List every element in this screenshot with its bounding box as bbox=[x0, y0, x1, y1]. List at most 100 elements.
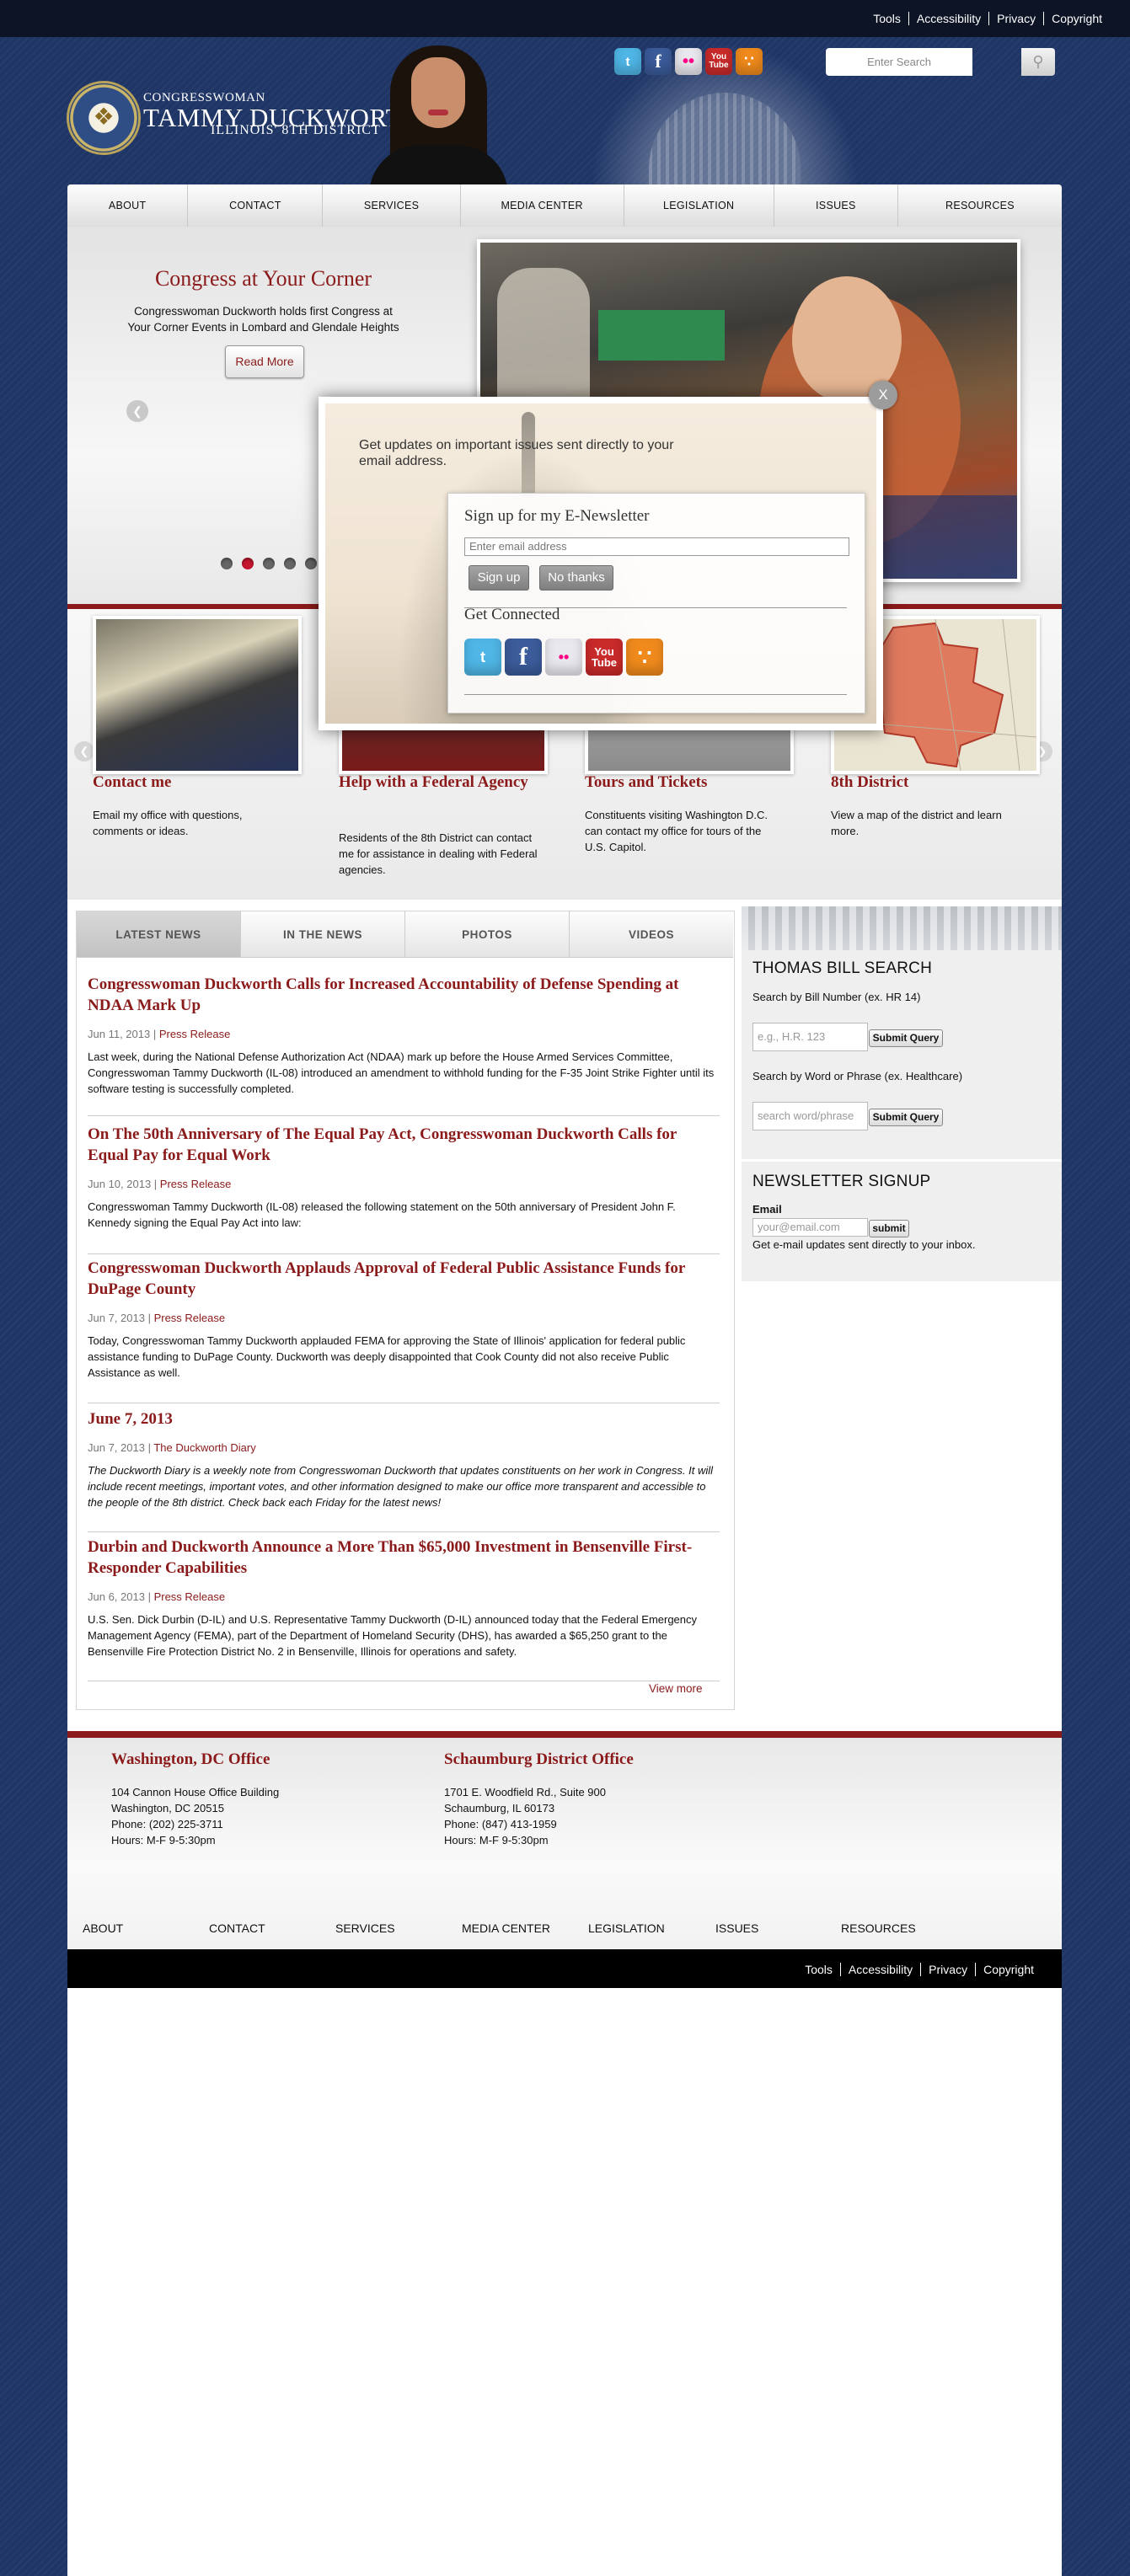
nav-item-contact[interactable]: CONTACT bbox=[188, 184, 324, 227]
utility-link-accessibility[interactable]: Accessibility bbox=[908, 12, 988, 25]
article-title[interactable]: On The 50th Anniversary of The Equal Pay… bbox=[88, 1124, 720, 1166]
search-icon[interactable]: ⚲ bbox=[1021, 48, 1055, 76]
article-body: Last week, during the National Defense A… bbox=[88, 1050, 715, 1095]
utility-link-privacy[interactable]: Privacy bbox=[988, 12, 1043, 25]
newsletter-title: NEWSLETTER SIGNUP bbox=[752, 1173, 931, 1190]
slider-dot-active[interactable] bbox=[242, 558, 254, 569]
nav-item-issues[interactable]: ISSUES bbox=[774, 184, 898, 227]
article-title[interactable]: Durbin and Duckworth Announce a More Tha… bbox=[88, 1537, 720, 1579]
slider-dot[interactable] bbox=[263, 558, 275, 569]
tab-videos[interactable]: VIDEOS bbox=[570, 911, 733, 958]
view-more-link[interactable]: View more bbox=[649, 1682, 703, 1695]
rss-icon[interactable]: ∵ bbox=[626, 639, 663, 676]
article-category-link[interactable]: The Duckworth Diary bbox=[153, 1441, 255, 1454]
feature-text-tours: Constituents visiting Washington D.C. ca… bbox=[585, 809, 769, 853]
feature-title-tours[interactable]: Tours and Tickets bbox=[585, 772, 795, 794]
no-thanks-button[interactable]: No thanks bbox=[539, 565, 613, 591]
footer-nav-services[interactable]: SERVICES bbox=[335, 1921, 395, 1935]
bottom-link-copyright[interactable]: Copyright bbox=[975, 1963, 1042, 1976]
tab-photos[interactable]: PHOTOS bbox=[405, 911, 570, 958]
newsletter-submit-button[interactable]: submit bbox=[869, 1220, 909, 1237]
slider-dot[interactable] bbox=[221, 558, 233, 569]
newsletter-email-input[interactable]: Enter email address bbox=[464, 537, 849, 556]
facebook-icon[interactable]: f bbox=[505, 639, 542, 676]
youtube-icon[interactable]: You Tube bbox=[705, 48, 732, 75]
sidebar-capitol-banner bbox=[742, 906, 1062, 950]
newsletter-email-input[interactable]: your@email.com bbox=[752, 1218, 868, 1237]
article-date: Jun 7, 2013 bbox=[88, 1441, 145, 1454]
house-seal-logo[interactable]: ❖ bbox=[69, 83, 138, 152]
footer-nav-about[interactable]: ABOUT bbox=[83, 1921, 123, 1935]
congresswoman-portrait bbox=[369, 45, 508, 185]
tab-latest-news[interactable]: LATEST NEWS bbox=[77, 911, 241, 958]
modal-close-button[interactable]: X bbox=[869, 381, 897, 409]
feature-title-federal-agency[interactable]: Help with a Federal Agency bbox=[339, 772, 533, 794]
bottom-link-tools[interactable]: Tools bbox=[797, 1963, 840, 1976]
news-tabs: LATEST NEWS IN THE NEWS PHOTOS VIDEOS bbox=[77, 911, 733, 958]
news-article: Congresswoman Duckworth Applauds Approva… bbox=[88, 1258, 720, 1381]
flickr-icon[interactable]: •• bbox=[545, 639, 582, 676]
features-prev-arrow-icon[interactable]: ❮ bbox=[74, 741, 94, 762]
get-connected-title: Get Connected bbox=[464, 606, 560, 623]
nav-item-resources[interactable]: RESOURCES bbox=[898, 184, 1062, 227]
feature-title-district[interactable]: 8th District bbox=[831, 772, 1025, 794]
article-category-link[interactable]: Press Release bbox=[159, 1028, 231, 1040]
slider-dot[interactable] bbox=[305, 558, 317, 569]
header-social-links: t f •• You Tube ∵ bbox=[614, 48, 763, 75]
bill-submit-button[interactable]: Submit Query bbox=[869, 1029, 943, 1047]
slider-dot[interactable] bbox=[284, 558, 296, 569]
facebook-icon[interactable]: f bbox=[645, 48, 672, 75]
bill-number-input[interactable]: e.g., H.R. 123 bbox=[752, 1023, 868, 1051]
footer-nav-legislation[interactable]: LEGISLATION bbox=[588, 1921, 665, 1935]
nav-item-services[interactable]: SERVICES bbox=[323, 184, 461, 227]
contact-me-image[interactable] bbox=[93, 616, 302, 774]
nav-item-legislation[interactable]: LEGISLATION bbox=[624, 184, 774, 227]
footer-nav-resources[interactable]: RESOURCES bbox=[841, 1921, 916, 1935]
modal-intro-text: Get updates on important issues sent dir… bbox=[359, 438, 674, 468]
article-title[interactable]: Congresswoman Duckworth Applauds Approva… bbox=[88, 1258, 720, 1300]
search-input[interactable]: Enter Search bbox=[826, 48, 972, 76]
dc-office-hours: Hours: M-F 9-5:30pm bbox=[111, 1834, 216, 1846]
article-body: The Duckworth Diary is a weekly note fro… bbox=[88, 1464, 714, 1509]
article-category-link[interactable]: Press Release bbox=[160, 1178, 232, 1190]
main-nav: ABOUT CONTACT SERVICES MEDIA CENTER LEGI… bbox=[67, 184, 1062, 227]
youtube-icon[interactable]: You Tube bbox=[586, 639, 623, 676]
article-body: U.S. Sen. Dick Durbin (D-IL) and U.S. Re… bbox=[88, 1613, 698, 1658]
tab-in-the-news[interactable]: IN THE NEWS bbox=[241, 911, 405, 958]
article-category-link[interactable]: Press Release bbox=[154, 1590, 226, 1603]
rss-icon[interactable]: ∵ bbox=[736, 48, 763, 75]
sign-up-button[interactable]: Sign up bbox=[469, 565, 529, 591]
newsletter-note: Get e-mail updates sent directly to your… bbox=[752, 1238, 976, 1251]
bottom-link-privacy[interactable]: Privacy bbox=[920, 1963, 975, 1976]
word-submit-button[interactable]: Submit Query bbox=[869, 1109, 943, 1126]
article-meta: Jun 10, 2013 | Press Release bbox=[88, 1178, 232, 1190]
article-title[interactable]: June 7, 2013 bbox=[88, 1408, 720, 1430]
feature-title-contact[interactable]: Contact me bbox=[93, 772, 303, 794]
divider bbox=[88, 1115, 720, 1116]
article-category-link[interactable]: Press Release bbox=[154, 1312, 226, 1324]
slider-prev-arrow-icon[interactable]: ❮ bbox=[126, 400, 148, 422]
read-more-button[interactable]: Read More bbox=[225, 345, 304, 378]
footer-nav-media-center[interactable]: MEDIA CENTER bbox=[462, 1921, 550, 1935]
newsletter-form: Sign up for my E-Newsletter Enter email … bbox=[447, 493, 865, 713]
word-phrase-input[interactable]: search word/phrase bbox=[752, 1102, 868, 1130]
twitter-icon[interactable]: t bbox=[464, 639, 501, 676]
district-office-phone: Phone: (847) 413-1959 bbox=[444, 1818, 557, 1830]
divider bbox=[464, 694, 847, 695]
footer-nav-issues[interactable]: ISSUES bbox=[715, 1921, 758, 1935]
bill-number-label: Search by Bill Number (ex. HR 14) bbox=[752, 991, 921, 1003]
portrait-lips bbox=[428, 110, 448, 115]
flickr-icon[interactable]: •• bbox=[675, 48, 702, 75]
utility-link-copyright[interactable]: Copyright bbox=[1043, 12, 1110, 25]
article-title[interactable]: Congresswoman Duckworth Calls for Increa… bbox=[88, 974, 720, 1016]
news-article: Congresswoman Duckworth Calls for Increa… bbox=[88, 974, 720, 1097]
article-meta: Jun 6, 2013 | Press Release bbox=[88, 1590, 226, 1603]
twitter-icon[interactable]: t bbox=[614, 48, 641, 75]
nav-item-about[interactable]: ABOUT bbox=[67, 184, 189, 227]
nav-item-media-center[interactable]: MEDIA CENTER bbox=[461, 184, 624, 227]
utility-link-tools[interactable]: Tools bbox=[865, 12, 908, 25]
footer-nav-contact[interactable]: CONTACT bbox=[209, 1921, 265, 1935]
newsletter-email-label: Email bbox=[752, 1203, 782, 1216]
bottom-link-accessibility[interactable]: Accessibility bbox=[839, 1963, 920, 1976]
slide-title[interactable]: Congress at Your Corner bbox=[135, 266, 392, 291]
